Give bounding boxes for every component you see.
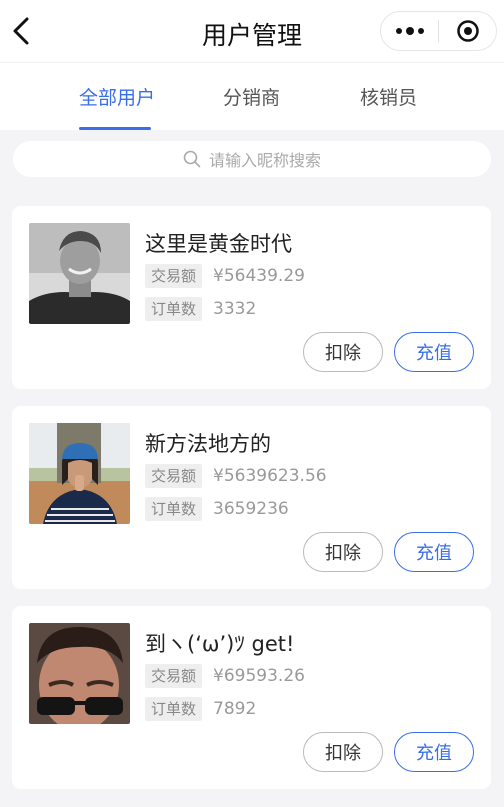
close-button[interactable] <box>439 12 496 50</box>
user-name: 这里是黄金时代 <box>145 232 292 256</box>
amount-value: ¥5639623.56 <box>213 466 327 486</box>
orders-value: 3332 <box>213 299 257 319</box>
user-card: 这里是黄金时代 交易额 ¥56439.29 订单数 3332 扣除 充值 <box>12 206 491 389</box>
order-count-row: 订单数 3659236 <box>145 497 289 521</box>
search-icon <box>183 150 201 168</box>
recharge-button[interactable]: 充值 <box>394 732 474 772</box>
user-type-tabs: 全部用户 分销商 核销员 <box>0 62 504 130</box>
recharge-button[interactable]: 充值 <box>394 332 474 372</box>
transaction-amount-row: 交易额 ¥5639623.56 <box>145 464 327 488</box>
orders-value: 7892 <box>213 699 257 719</box>
recharge-button[interactable]: 充值 <box>394 532 474 572</box>
amount-value: ¥69593.26 <box>213 666 305 686</box>
tab-distributors[interactable]: 分销商 <box>223 83 280 110</box>
orders-value: 3659236 <box>213 499 289 519</box>
mini-program-capsule <box>380 11 497 51</box>
amount-label: 交易额 <box>145 664 203 688</box>
orders-label: 订单数 <box>145 697 203 721</box>
more-button[interactable] <box>381 12 438 50</box>
transaction-amount-row: 交易额 ¥56439.29 <box>145 264 305 288</box>
order-count-row: 订单数 7892 <box>145 697 256 721</box>
avatar <box>29 423 130 524</box>
orders-label: 订单数 <box>145 297 203 321</box>
amount-label: 交易额 <box>145 264 203 288</box>
search-input[interactable]: 请输入昵称搜索 <box>13 141 491 177</box>
avatar <box>29 623 130 724</box>
deduct-button[interactable]: 扣除 <box>303 332 383 372</box>
transaction-amount-row: 交易额 ¥69593.26 <box>145 664 305 688</box>
deduct-button[interactable]: 扣除 <box>303 532 383 572</box>
deduct-button[interactable]: 扣除 <box>303 732 383 772</box>
amount-label: 交易额 <box>145 464 203 488</box>
tab-verifiers[interactable]: 核销员 <box>360 83 417 110</box>
navigation-bar: 用户管理 <box>0 0 504 62</box>
order-count-row: 订单数 3332 <box>145 297 256 321</box>
tab-all-users[interactable]: 全部用户 <box>79 83 155 110</box>
more-dots-icon <box>395 27 424 35</box>
user-card: 到ヽ(‘ω’)ﾂ get! 交易额 ¥69593.26 订单数 7892 扣除 … <box>12 606 491 789</box>
orders-label: 订单数 <box>145 497 203 521</box>
user-card: 新方法地方的 交易额 ¥5639623.56 订单数 3659236 扣除 充值 <box>12 406 491 589</box>
avatar <box>29 223 130 324</box>
amount-value: ¥56439.29 <box>213 266 305 286</box>
search-section: 请输入昵称搜索 <box>0 130 504 190</box>
search-placeholder: 请输入昵称搜索 <box>208 151 321 170</box>
user-name: 到ヽ(‘ω’)ﾂ get! <box>145 632 295 656</box>
user-name: 新方法地方的 <box>145 432 271 456</box>
target-circle-icon <box>456 20 479 42</box>
